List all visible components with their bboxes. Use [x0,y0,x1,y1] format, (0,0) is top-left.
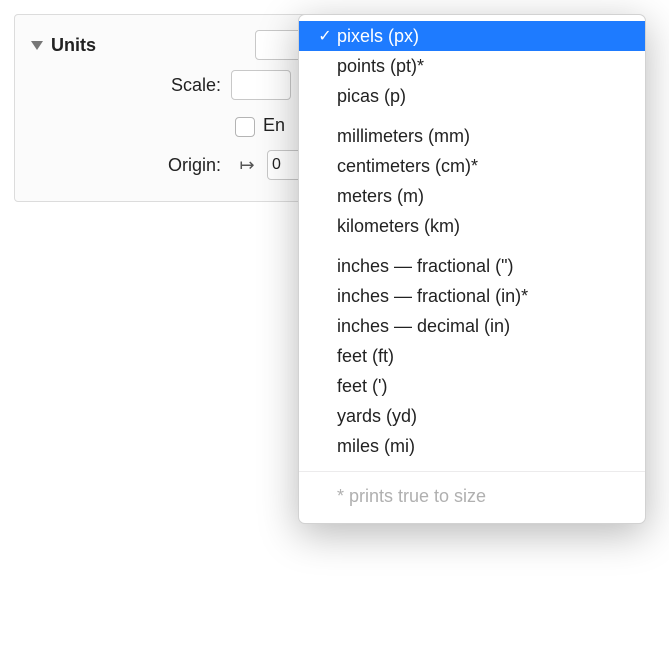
menu-separator [299,241,645,251]
origin-label: Origin: [168,155,221,175]
disclosure-triangle-icon [31,41,43,50]
units-option-label: inches — fractional (") [337,256,513,277]
units-section-header[interactable]: Units [31,35,106,56]
units-option[interactable]: meters (m) [299,181,645,211]
scale-label: Scale: [171,75,221,95]
units-option[interactable]: miles (mi) [299,431,645,461]
menu-separator [299,111,645,121]
units-option-label: miles (mi) [337,436,415,457]
units-section-title: Units [51,35,96,56]
units-option[interactable]: points (pt)* [299,51,645,81]
units-option-label: feet (') [337,376,387,397]
units-option-label: yards (yd) [337,406,417,427]
units-option[interactable]: inches — decimal (in) [299,311,645,341]
menu-footer-note: * prints true to size [299,471,645,511]
units-option[interactable]: feet (ft) [299,341,645,371]
units-option-label: meters (m) [337,186,424,207]
units-option-label: points (pt)* [337,56,424,77]
units-option[interactable]: yards (yd) [299,401,645,431]
units-option[interactable]: inches — fractional (in)* [299,281,645,311]
scale-input[interactable] [231,70,291,100]
units-dropdown-menu: ✓pixels (px) points (pt)* picas (p) millime… [298,14,646,524]
units-option-label: picas (p) [337,86,406,107]
units-option[interactable]: millimeters (mm) [299,121,645,151]
units-option[interactable]: feet (') [299,371,645,401]
ensure-checkbox[interactable] [235,117,255,137]
units-option-label: centimeters (cm)* [337,156,478,177]
units-option[interactable]: ✓pixels (px) [299,21,645,51]
units-option-label: pixels (px) [337,26,419,47]
ensure-label: En [263,115,285,136]
units-option-label: feet (ft) [337,346,394,367]
units-option[interactable]: kilometers (km) [299,211,645,241]
units-option-label: kilometers (km) [337,216,460,237]
units-option[interactable]: picas (p) [299,81,645,111]
units-option-label: inches — decimal (in) [337,316,510,337]
units-option[interactable]: inches — fractional (") [299,251,645,281]
units-option-label: inches — fractional (in)* [337,286,528,307]
units-option[interactable]: centimeters (cm)* [299,151,645,181]
origin-arrow-icon: ↦ [231,155,263,176]
units-option-label: millimeters (mm) [337,126,470,147]
checkmark-icon: ✓ [313,26,337,46]
